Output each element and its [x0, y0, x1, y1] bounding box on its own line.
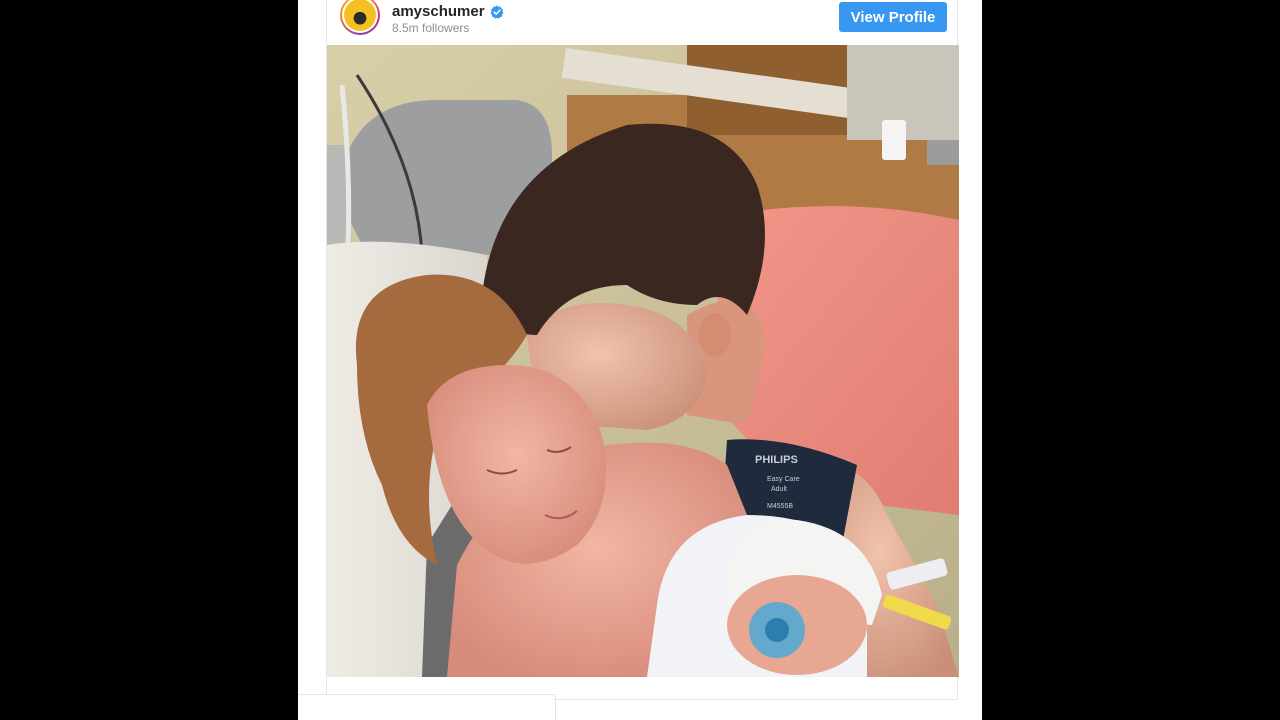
embed-header: amyschumer 8.5m followers View Profile: [327, 0, 957, 45]
man-ear: [699, 313, 731, 357]
bp-cuff-line1: Easy Care: [767, 476, 800, 483]
avatar[interactable]: [340, 0, 380, 35]
video-frame: amyschumer 8.5m followers View Profile P…: [0, 0, 1280, 720]
instagram-embed: amyschumer 8.5m followers View Profile P…: [326, 0, 959, 700]
bp-cuff-brand: PHILIPS: [755, 454, 798, 466]
web-page: amyschumer 8.5m followers View Profile P…: [298, 0, 982, 720]
avatar-ring: [342, 0, 378, 33]
follower-count: 8.5m followers: [392, 21, 470, 35]
bp-cuff-code: M4555B: [767, 503, 793, 510]
username[interactable]: amyschumer: [392, 3, 485, 20]
post-photo-illustration: PHILIPS Easy Care Adult M4555B: [327, 45, 959, 677]
paper-cup: [882, 120, 906, 160]
verified-badge-icon: [490, 5, 504, 19]
embed-footer-bar: [298, 694, 556, 720]
username-row: amyschumer: [392, 3, 504, 20]
avatar-image: [344, 0, 376, 31]
post-photo[interactable]: PHILIPS Easy Care Adult M4555B: [327, 45, 959, 677]
bp-cuff-line2: Adult: [771, 486, 787, 493]
view-profile-button[interactable]: View Profile: [839, 2, 947, 32]
